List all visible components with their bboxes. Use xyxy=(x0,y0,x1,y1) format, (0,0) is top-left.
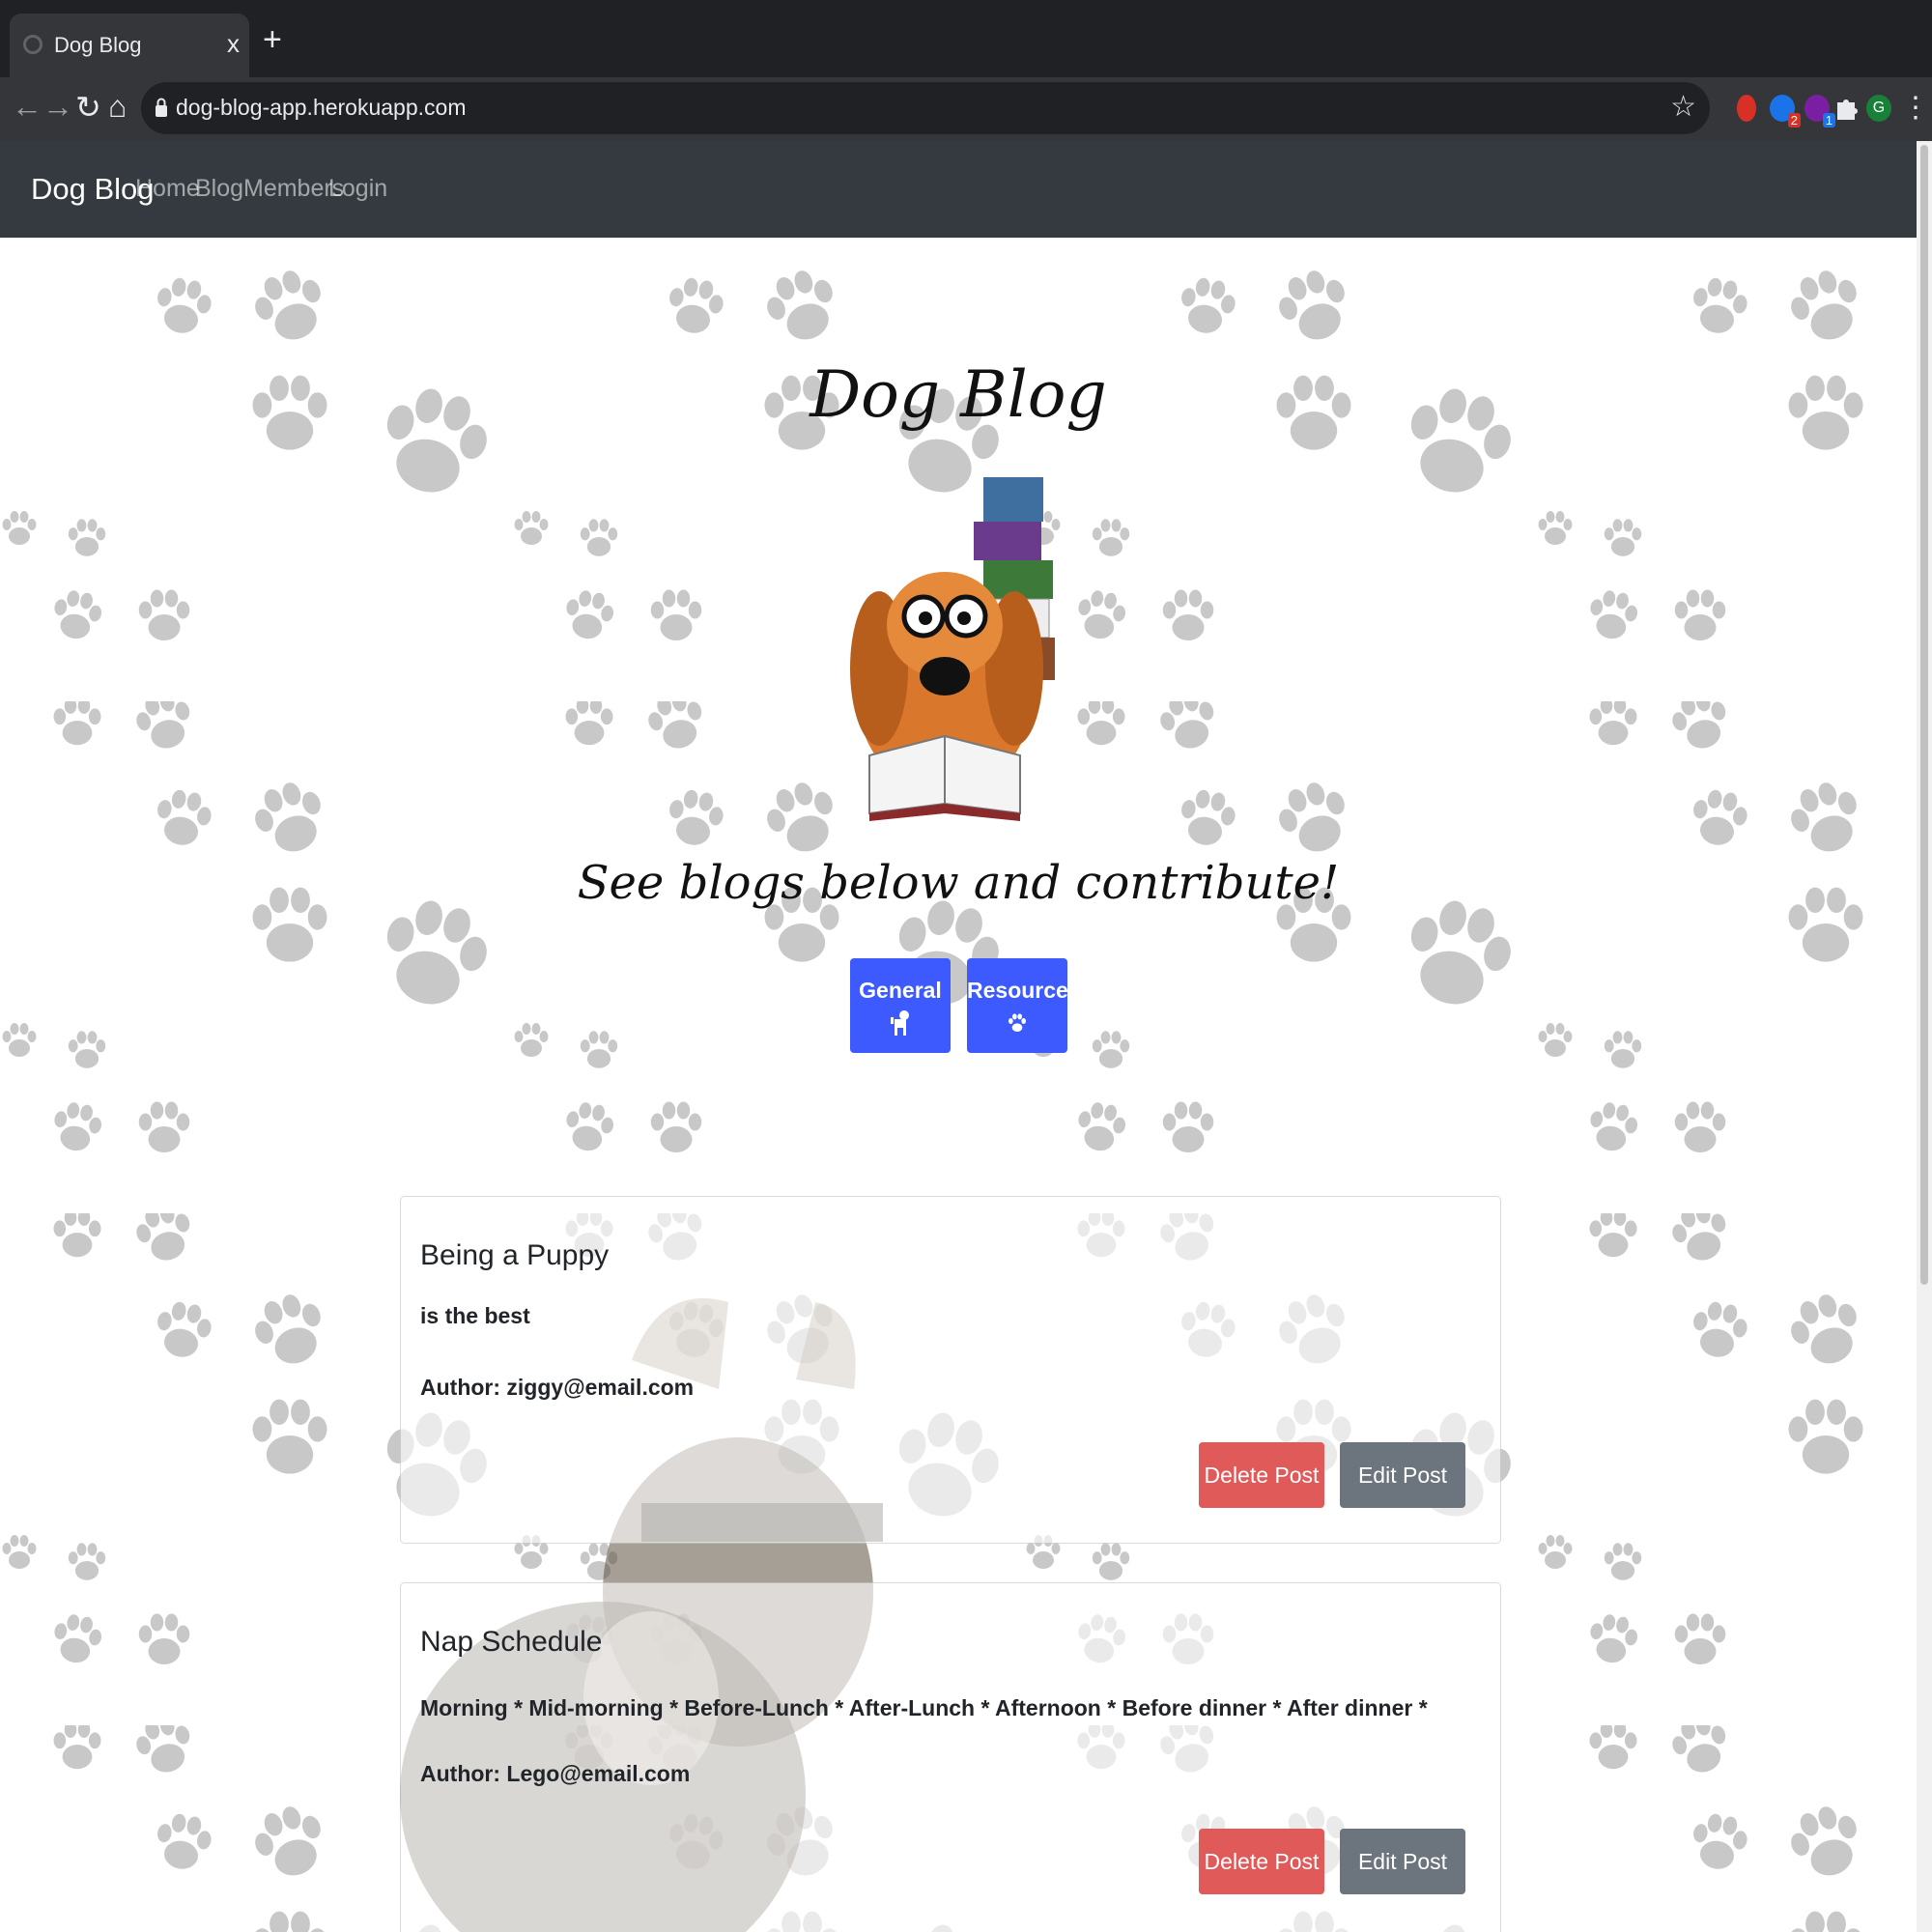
resources-category-button[interactable]: Resources xyxy=(967,958,1081,1053)
home-icon[interactable]: ⌂ xyxy=(108,89,127,125)
post-body: Morning * Mid-morning * Before-Lunch * A… xyxy=(420,1695,1428,1720)
new-tab-icon[interactable]: + xyxy=(263,23,282,56)
browser-tabstrip: Dog Blog x + xyxy=(0,0,1932,77)
profile-avatar-icon[interactable]: G xyxy=(1866,95,1891,122)
lock-icon xyxy=(156,98,167,117)
page-viewport: Dog Blog Home Blog Members Login Dog Blo… xyxy=(0,141,1932,1932)
delete-post-button[interactable]: Delete Post xyxy=(1199,1442,1324,1508)
hero-title: Dog Blog xyxy=(810,357,1107,432)
resources-button-label: Resources xyxy=(967,978,1081,1003)
red-extension-icon[interactable] xyxy=(1737,95,1756,122)
forward-icon[interactable]: → xyxy=(43,89,73,125)
post-title: Nap Schedule xyxy=(420,1626,603,1658)
scrollbar-thumb[interactable] xyxy=(1920,145,1928,1285)
puzzle-extensions-icon[interactable] xyxy=(1833,95,1859,122)
edit-post-button[interactable]: Edit Post xyxy=(1340,1442,1465,1508)
edit-post-button[interactable]: Edit Post xyxy=(1340,1829,1465,1894)
hero-subtitle: See blogs below and contribute! xyxy=(577,856,1340,910)
browser-toolbar: ← → ↻ ⌂ dog-blog-app.herokuapp.com ☆ 2 1… xyxy=(0,77,1932,141)
paw-icon xyxy=(1009,1013,1026,1032)
posts-list: Being a Puppy is the best Author: ziggy@… xyxy=(400,1196,1501,1932)
close-tab-icon[interactable]: x xyxy=(227,29,240,59)
site-navbar: Dog Blog Home Blog Members Login xyxy=(0,141,1917,238)
dog-icon xyxy=(891,1010,909,1036)
general-button-label: General xyxy=(859,978,942,1003)
nav-link-blog[interactable]: Blog xyxy=(195,175,243,203)
back-icon[interactable]: ← xyxy=(12,89,43,125)
blue-extension-icon[interactable]: 2 xyxy=(1770,95,1801,128)
post-title: Being a Puppy xyxy=(420,1239,610,1271)
post-author: Author: ziggy@email.com xyxy=(420,1375,695,1400)
post-card: Nap Schedule Morning * Mid-morning * Bef… xyxy=(400,1582,1501,1932)
bookmark-star-icon[interactable]: ☆ xyxy=(1670,90,1696,124)
reading-dog-illustration xyxy=(850,477,1055,821)
post-author: Author: Lego@email.com xyxy=(420,1761,691,1786)
globe-icon xyxy=(23,35,43,54)
delete-post-button[interactable]: Delete Post xyxy=(1199,1829,1324,1894)
page-scrollbar[interactable] xyxy=(1917,141,1932,1932)
general-category-button[interactable]: General xyxy=(850,958,951,1053)
url-text[interactable]: dog-blog-app.herokuapp.com xyxy=(176,95,466,121)
post-body: is the best xyxy=(420,1303,530,1328)
purple-extension-icon[interactable]: 1 xyxy=(1804,95,1835,128)
post-card: Being a Puppy is the best Author: ziggy@… xyxy=(400,1196,1501,1544)
address-bar[interactable]: dog-blog-app.herokuapp.com ☆ xyxy=(141,82,1710,134)
tab-title: Dog Blog xyxy=(54,33,142,57)
browser-tab[interactable]: Dog Blog x xyxy=(10,14,249,77)
browser-menu-icon[interactable]: ⋮ xyxy=(1901,91,1930,125)
reload-icon[interactable]: ↻ xyxy=(75,89,101,126)
nav-link-home[interactable]: Home xyxy=(135,175,200,203)
nav-link-login[interactable]: Login xyxy=(328,175,387,203)
